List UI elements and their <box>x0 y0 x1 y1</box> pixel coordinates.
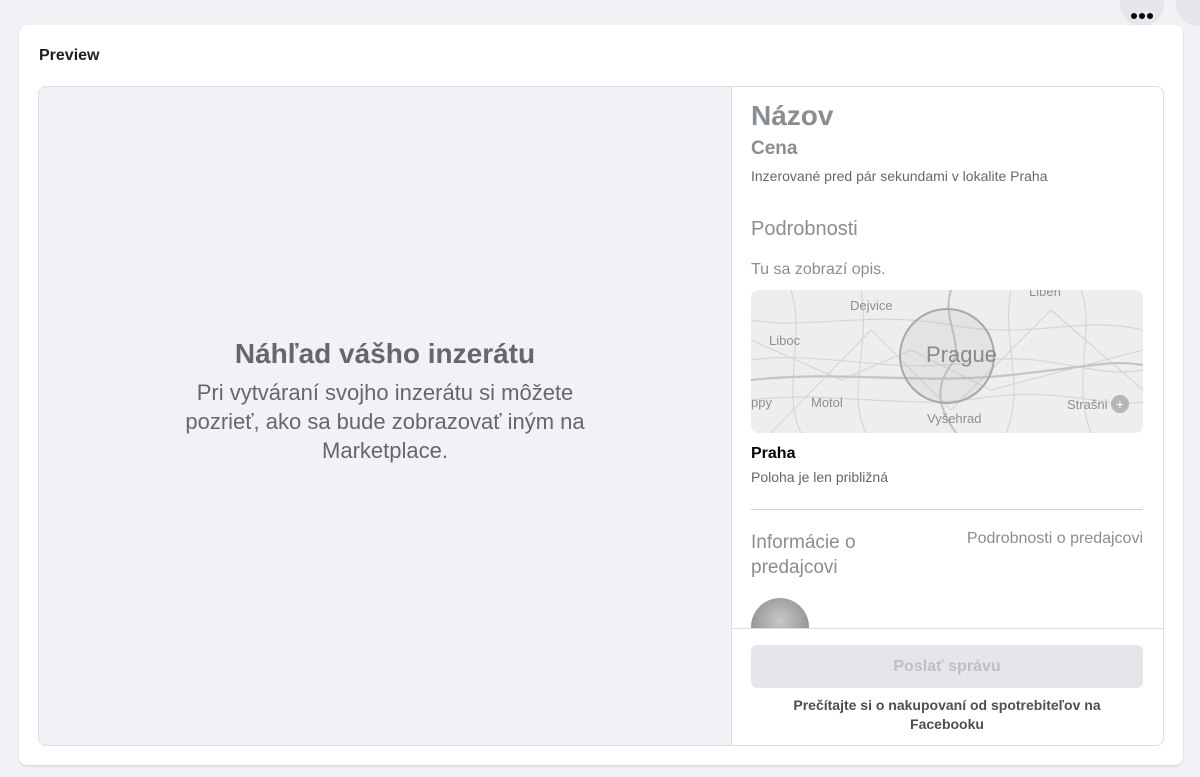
details-placeholder: Tu sa zobrazí opis. <box>751 261 886 278</box>
details-heading: Podrobnosti <box>751 218 858 240</box>
section-divider <box>751 509 1143 510</box>
listing-title: Názov <box>751 100 834 131</box>
location-note: Poloha je len približná <box>751 469 888 485</box>
preview-heading: Náhľad vášho inzerátu <box>234 337 536 369</box>
card-title: Preview <box>39 47 100 64</box>
details-footer: Poslať správu Prečítajte si o nakupovaní… <box>732 628 1163 745</box>
send-message-button[interactable]: Poslať správu <box>751 645 1143 688</box>
preview-frame: Náhľad vášho inzerátu Pri vytváraní svoj… <box>38 86 1164 746</box>
close-button[interactable] <box>1176 0 1200 26</box>
seller-info-row: Informácie o predajcovi Podrobnosti o pr… <box>751 530 1143 580</box>
map-district-partial: ppy <box>751 395 772 410</box>
listing-details-panel: Názov Cena Inzerované pred pár sekundami… <box>732 87 1163 745</box>
listing-meta: Inzerované pred pár sekundami v lokalite… <box>751 168 1048 184</box>
seller-details-link[interactable]: Podrobnosti o predajcovi <box>967 530 1143 580</box>
location-map[interactable]: Dejvice Liboc Motol Vyšehrad Strašni Lib… <box>751 290 1143 433</box>
map-district-motol: Motol <box>811 395 843 410</box>
map-district-strasnice: Strašni <box>1067 397 1108 412</box>
map-city-label: Prague <box>926 342 997 367</box>
details-scroll-area[interactable]: Názov Cena Inzerované pred pár sekundami… <box>732 87 1163 628</box>
location-name: Praha <box>751 445 796 462</box>
listing-preview-placeholder: Náhľad vášho inzerátu Pri vytváraní svoj… <box>39 87 732 745</box>
map-district-liben: Libeň <box>1029 290 1061 299</box>
seller-heading: Informácie o predajcovi <box>751 532 856 578</box>
map-district-liboc: Liboc <box>769 333 801 348</box>
listing-price: Cena <box>751 138 798 159</box>
zoom-plus-icon[interactable]: + <box>1111 395 1129 413</box>
map-district-dejvice: Dejvice <box>850 298 893 313</box>
preview-description: Pri vytváraní svojho inzerátu si môžete … <box>185 379 585 463</box>
preview-card: Preview Náhľad vášho inzerátu Pri vytvár… <box>19 25 1183 765</box>
top-corner-controls <box>1120 0 1200 26</box>
more-options-button[interactable] <box>1120 0 1164 26</box>
more-options-icon <box>1131 13 1153 19</box>
map-district-vysehrad: Vyšehrad <box>927 411 982 426</box>
avatar <box>751 598 809 628</box>
buying-info-link[interactable]: Prečítajte si o nakupovaní od spotrebite… <box>751 696 1143 734</box>
